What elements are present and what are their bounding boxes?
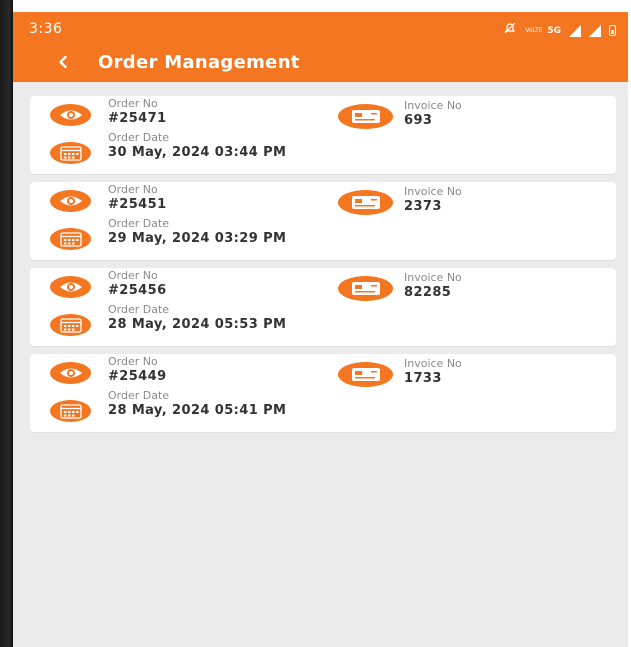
- order-no-value: #25449: [108, 369, 167, 384]
- volte-icon: VoLTE: [525, 26, 543, 34]
- order-no-label: Order No: [108, 183, 158, 196]
- order-no-label: Order No: [108, 269, 158, 282]
- order-date-label: Order Date: [108, 217, 170, 230]
- invoice-no-value: 82285: [404, 285, 452, 300]
- order-date-value: 28 May, 2024 05:41 PM: [108, 403, 287, 418]
- invoice-icon: [338, 190, 393, 215]
- 5g-icon: 5G: [547, 25, 561, 36]
- order-list: Order No #25471 Invoice No 693 Order Dat…: [30, 96, 616, 440]
- app-bar: Order Management: [13, 44, 628, 82]
- calendar-icon: [50, 314, 91, 336]
- signal-icon: [589, 24, 601, 37]
- battery-icon: [609, 25, 616, 36]
- invoice-icon: [338, 362, 393, 387]
- page-title: Order Management: [98, 52, 300, 73]
- order-no-value: #25456: [108, 283, 167, 298]
- signal-icon: [569, 24, 581, 37]
- status-time: 3:36: [29, 21, 63, 37]
- invoice-icon: [338, 276, 393, 301]
- calendar-icon: [50, 142, 91, 164]
- order-no-label: Order No: [108, 97, 158, 110]
- status-icons: VoLTE 5G: [503, 21, 616, 40]
- invoice-no-value: 693: [404, 113, 433, 128]
- eye-icon: [50, 104, 91, 126]
- order-date-label: Order Date: [108, 303, 170, 316]
- invoice-no-value: 2373: [404, 199, 442, 214]
- back-button[interactable]: [51, 50, 75, 74]
- invoice-no-label: Invoice No: [404, 99, 462, 112]
- order-date-value: 30 May, 2024 03:44 PM: [108, 145, 287, 160]
- order-date-label: Order Date: [108, 131, 170, 144]
- eye-icon: [50, 190, 91, 212]
- invoice-no-label: Invoice No: [404, 271, 462, 284]
- order-card[interactable]: Order No #25449 Invoice No 1733 Order Da…: [30, 354, 616, 432]
- calendar-icon: [50, 228, 91, 250]
- order-date-value: 28 May, 2024 05:53 PM: [108, 317, 287, 332]
- order-card[interactable]: Order No #25456 Invoice No 82285 Order D…: [30, 268, 616, 346]
- eye-icon: [50, 362, 91, 384]
- invoice-no-label: Invoice No: [404, 185, 462, 198]
- order-no-label: Order No: [108, 355, 158, 368]
- device-frame-left: [0, 0, 13, 647]
- order-no-value: #25451: [108, 197, 167, 212]
- phone-screen: 3:36 VoLTE 5G Order Management Order No …: [13, 0, 628, 647]
- invoice-icon: [338, 104, 393, 129]
- order-card[interactable]: Order No #25471 Invoice No 693 Order Dat…: [30, 96, 616, 174]
- order-card[interactable]: Order No #25451 Invoice No 2373 Order Da…: [30, 182, 616, 260]
- status-bar: 3:36 VoLTE 5G: [13, 0, 628, 44]
- calendar-icon: [50, 400, 91, 422]
- order-date-label: Order Date: [108, 389, 170, 402]
- invoice-no-value: 1733: [404, 371, 442, 386]
- invoice-no-label: Invoice No: [404, 357, 462, 370]
- order-no-value: #25471: [108, 111, 167, 126]
- chevron-left-icon: [59, 55, 67, 69]
- eye-icon: [50, 276, 91, 298]
- order-date-value: 29 May, 2024 03:29 PM: [108, 231, 287, 246]
- mute-icon: [503, 21, 517, 40]
